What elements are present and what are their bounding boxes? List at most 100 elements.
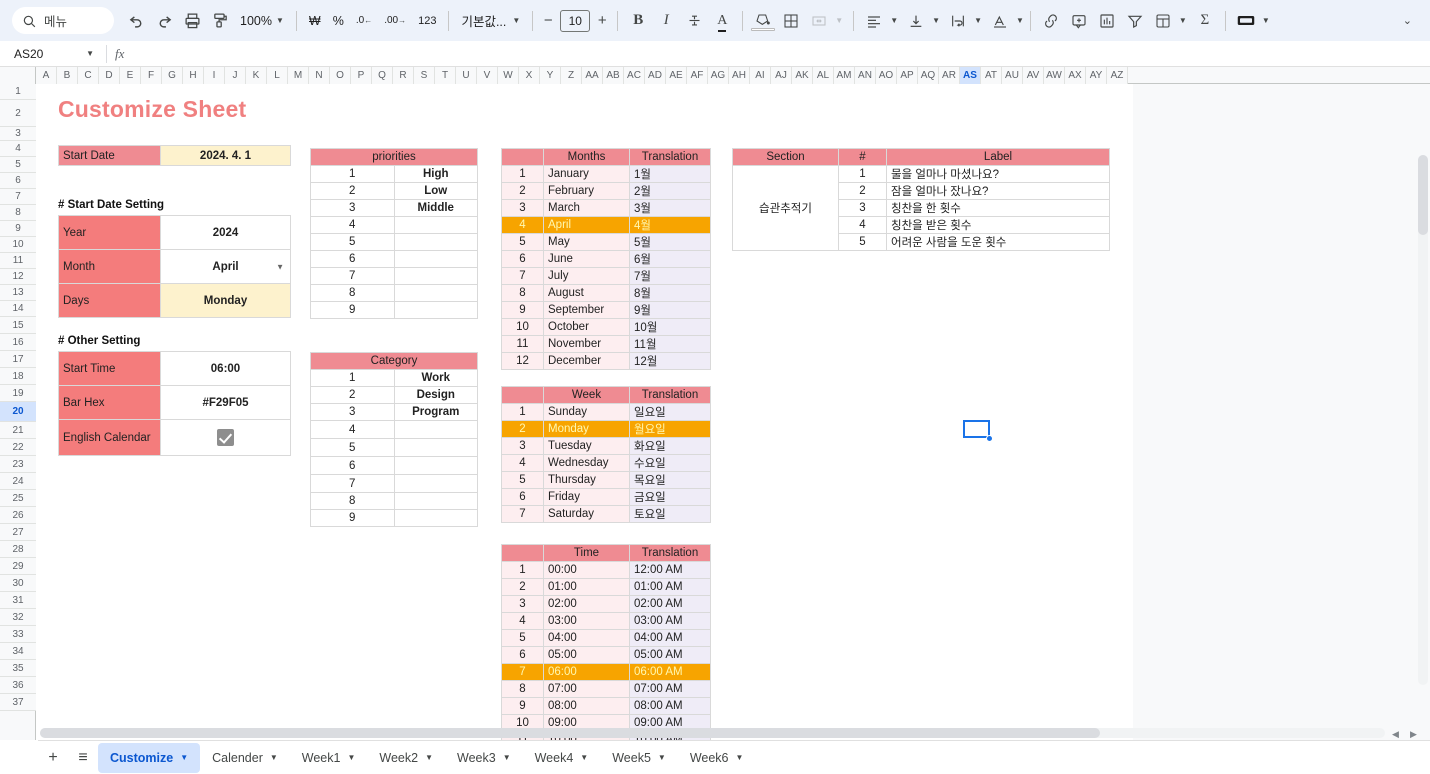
column-header-ar[interactable]: AR — [939, 67, 960, 84]
row-value-cell[interactable]: Work — [393, 369, 478, 387]
column-header-az[interactable]: AZ — [1107, 67, 1128, 84]
row-translation-cell[interactable]: 05:00 AM — [629, 646, 711, 664]
row-value-cell[interactable] — [393, 509, 478, 527]
column-header-ax[interactable]: AX — [1065, 67, 1086, 84]
row-value-cell[interactable] — [393, 301, 478, 319]
column-header-ao[interactable]: AO — [876, 67, 897, 84]
row-translation-cell[interactable]: 5월 — [629, 233, 711, 251]
column-header-y[interactable]: Y — [540, 67, 561, 84]
column-header-ap[interactable]: AP — [897, 67, 918, 84]
column-header-ab[interactable]: AB — [603, 67, 624, 84]
row-primary-cell[interactable]: Wednesday — [543, 454, 630, 472]
currency-format-button[interactable]: ₩ — [303, 7, 327, 35]
zoom-control[interactable]: 100% ▼ — [234, 7, 290, 35]
row-primary-cell[interactable]: Thursday — [543, 471, 630, 489]
column-header-n[interactable]: N — [309, 67, 330, 84]
column-header-x[interactable]: X — [519, 67, 540, 84]
font-size-input[interactable]: 10 — [560, 9, 591, 32]
row-header-2[interactable]: 2 — [0, 100, 36, 127]
row-header-16[interactable]: 16 — [0, 334, 36, 351]
setting-value[interactable] — [160, 419, 291, 456]
row-primary-cell[interactable]: Monday — [543, 420, 630, 438]
formula-input[interactable] — [134, 43, 1430, 65]
merge-cells-button[interactable] — [805, 7, 833, 35]
row-translation-cell[interactable]: 9월 — [629, 301, 711, 319]
sheet-tab-week1[interactable]: Week1 ▼ — [290, 743, 368, 773]
column-header-ai[interactable]: AI — [750, 67, 771, 84]
row-translation-cell[interactable]: 화요일 — [629, 437, 711, 455]
setting-value[interactable]: #F29F05 — [160, 385, 291, 420]
sheet-tab-week5[interactable]: Week5 ▼ — [600, 743, 678, 773]
vertical-scrollbar-thumb[interactable] — [1418, 155, 1428, 235]
row-value-cell[interactable]: Low — [393, 182, 478, 200]
row-header-21[interactable]: 21 — [0, 422, 36, 439]
section-label-cell[interactable]: 어려운 사람을 도운 횟수 — [886, 233, 1110, 251]
row-primary-cell[interactable]: August — [543, 284, 630, 302]
sheet-tab-calender[interactable]: Calender ▼ — [200, 743, 290, 773]
text-rotation-button[interactable] — [986, 7, 1014, 35]
sum-functions-button[interactable]: Σ — [1191, 7, 1219, 35]
row-value-cell[interactable] — [393, 284, 478, 302]
row-header-31[interactable]: 31 — [0, 592, 36, 609]
row-value-cell[interactable]: Middle — [393, 199, 478, 217]
column-header-p[interactable]: P — [351, 67, 372, 84]
row-translation-cell[interactable]: 10월 — [629, 318, 711, 336]
strikethrough-button[interactable] — [680, 7, 708, 35]
setting-value[interactable]: Monday — [160, 283, 291, 318]
column-header-ah[interactable]: AH — [729, 67, 750, 84]
row-header-15[interactable]: 15 — [0, 317, 36, 334]
chevron-down-icon[interactable]: ▼ — [658, 753, 666, 762]
column-header-ad[interactable]: AD — [645, 67, 666, 84]
font-size-stepper[interactable]: − 10 + — [539, 9, 611, 32]
row-header-9[interactable]: 9 — [0, 221, 36, 237]
row-translation-cell[interactable]: 01:00 AM — [629, 578, 711, 596]
row-translation-cell[interactable]: 3월 — [629, 199, 711, 217]
row-primary-cell[interactable]: July — [543, 267, 630, 285]
text-color-button[interactable]: A — [708, 7, 736, 35]
chevron-down-icon[interactable]: ▼ — [503, 753, 511, 762]
fill-color-button[interactable] — [749, 7, 777, 35]
row-translation-cell[interactable]: 12:00 AM — [629, 561, 711, 579]
row-value-cell[interactable] — [393, 438, 478, 457]
row-translation-cell[interactable]: 7월 — [629, 267, 711, 285]
scroll-left-icon[interactable]: ▶ — [1410, 729, 1417, 740]
row-header-32[interactable]: 32 — [0, 609, 36, 626]
column-header-m[interactable]: M — [288, 67, 309, 84]
create-filter-button[interactable] — [1121, 7, 1149, 35]
row-primary-cell[interactable]: Saturday — [543, 505, 630, 523]
font-size-decrease-button[interactable]: − — [539, 12, 557, 29]
percent-format-button[interactable]: % — [327, 7, 350, 35]
column-header-w[interactable]: W — [498, 67, 519, 84]
search-menu-box[interactable]: 메뉴 — [12, 7, 114, 34]
column-header-ag[interactable]: AG — [708, 67, 729, 84]
increase-decimal-button[interactable]: .00 → — [378, 7, 412, 35]
section-label-cell[interactable]: 잠을 얼마나 잤나요? — [886, 182, 1110, 200]
column-header-u[interactable]: U — [456, 67, 477, 84]
row-header-26[interactable]: 26 — [0, 507, 36, 524]
row-primary-cell[interactable]: March — [543, 199, 630, 217]
row-header-6[interactable]: 6 — [0, 173, 36, 189]
row-value-cell[interactable]: Design — [393, 386, 478, 404]
section-label-cell[interactable]: 물을 얼마나 마셨나요? — [886, 165, 1110, 183]
sheet-tab-customize[interactable]: Customize ▼ — [98, 742, 201, 773]
column-header-aj[interactable]: AJ — [771, 67, 792, 84]
row-header-17[interactable]: 17 — [0, 351, 36, 368]
select-all-corner[interactable] — [0, 67, 36, 84]
more-formats-button[interactable]: 123 — [412, 7, 442, 35]
merge-chevron-down-icon[interactable]: ▼ — [835, 16, 843, 25]
row-translation-cell[interactable]: 수요일 — [629, 454, 711, 472]
column-header-am[interactable]: AM — [834, 67, 855, 84]
row-translation-cell[interactable]: 08:00 AM — [629, 697, 711, 715]
column-header-at[interactable]: AT — [981, 67, 1002, 84]
grid-canvas[interactable]: Customize Sheet Start Date 2024. 4. 1 # … — [36, 84, 1133, 740]
row-header-8[interactable]: 8 — [0, 205, 36, 221]
row-header-3[interactable]: 3 — [0, 127, 36, 141]
column-header-z[interactable]: Z — [561, 67, 582, 84]
column-header-ay[interactable]: AY — [1086, 67, 1107, 84]
row-header-20[interactable]: 20 — [0, 402, 36, 422]
valign-chevron-down-icon[interactable]: ▼ — [932, 16, 940, 25]
row-header-1[interactable]: 1 — [0, 84, 36, 100]
row-header-14[interactable]: 14 — [0, 301, 36, 317]
row-header-36[interactable]: 36 — [0, 677, 36, 694]
row-header-18[interactable]: 18 — [0, 368, 36, 385]
